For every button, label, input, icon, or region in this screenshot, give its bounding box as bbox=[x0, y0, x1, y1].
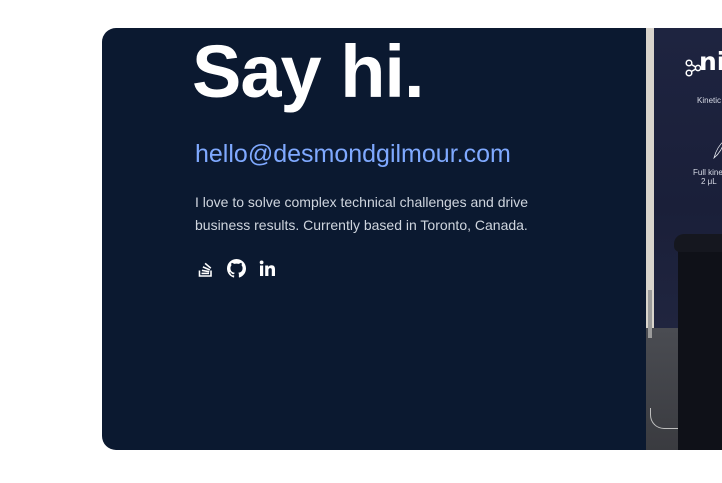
linkedin-icon bbox=[259, 260, 275, 276]
photo-caption-1: Kinetic bbox=[697, 96, 722, 105]
photo-caption-2: Full kine bbox=[693, 168, 722, 177]
stack-overflow-link[interactable] bbox=[195, 257, 216, 279]
photo-logo-text: ni bbox=[699, 47, 722, 76]
github-icon bbox=[227, 258, 246, 278]
photo-table-top bbox=[674, 234, 722, 252]
booth-photo: ni Kinetic Full kine 2 μL bbox=[646, 28, 722, 450]
photo-stand-pole bbox=[648, 290, 652, 338]
leaf-icon bbox=[713, 142, 722, 160]
linkedin-link[interactable] bbox=[257, 257, 278, 279]
social-links bbox=[195, 257, 278, 279]
photo-caption-3: 2 μL bbox=[701, 177, 717, 186]
contact-card: Say hi. hello@desmondgilmour.com I love … bbox=[102, 28, 722, 450]
page-heading: Say hi. bbox=[192, 30, 425, 113]
github-link[interactable] bbox=[226, 257, 247, 279]
email-link[interactable]: hello@desmondgilmour.com bbox=[195, 138, 511, 170]
bio-text: I love to solve complex technical challe… bbox=[195, 194, 529, 233]
photo-table bbox=[678, 240, 722, 450]
stack-overflow-icon bbox=[198, 262, 212, 277]
photo-wall-edge bbox=[646, 28, 654, 328]
